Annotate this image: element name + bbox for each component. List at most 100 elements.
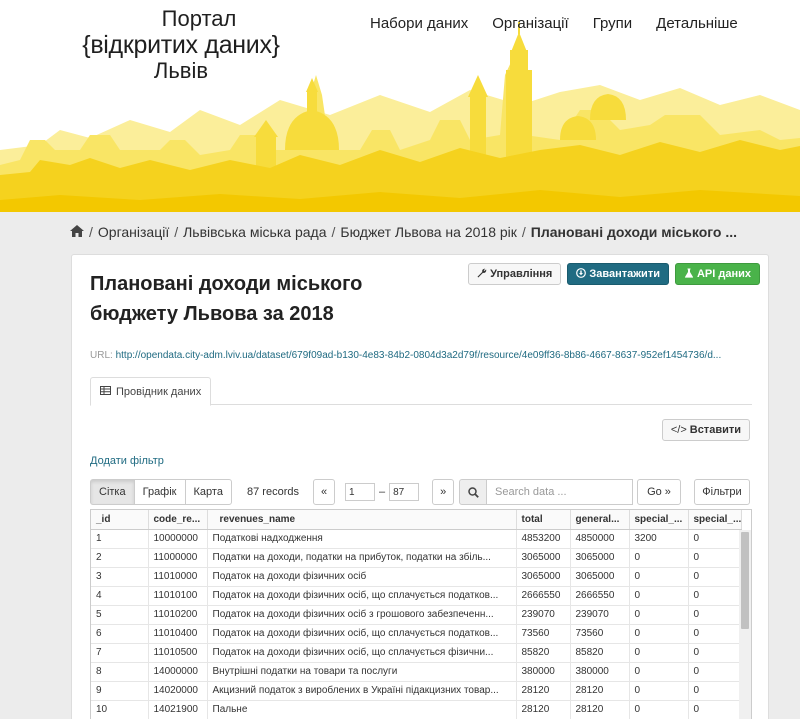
- add-filter-link[interactable]: Додати фільтр: [90, 455, 164, 467]
- table-cell: 0: [629, 681, 689, 701]
- nav-organizations[interactable]: Організації: [492, 15, 568, 32]
- table-cell: 10000000: [148, 529, 208, 549]
- breadcrumb-current[interactable]: Плановані доходи міського ...: [531, 224, 737, 240]
- table-row[interactable]: 1 10000000 Податкові надходження 4853200 485…: [91, 529, 742, 549]
- table-cell: Податок на доходи фізичних осіб: [207, 567, 517, 587]
- table-body: 1 10000000 Податкові надходження 4853200 485…: [91, 529, 742, 719]
- table-cell: 11010400: [148, 624, 208, 644]
- api-button[interactable]: API даних: [674, 263, 760, 285]
- column-header[interactable]: _id: [91, 510, 149, 530]
- table-cell: 0: [688, 605, 742, 625]
- search-input[interactable]: Search data ...: [487, 479, 633, 505]
- table-cell: 0: [629, 700, 689, 719]
- table-cell: 3200: [629, 529, 689, 549]
- table-cell: 28120: [516, 681, 571, 701]
- table-cell: Пальне: [207, 700, 517, 719]
- table-cell: 3065000: [516, 567, 571, 587]
- table-cell: 7: [91, 643, 149, 663]
- table-cell: 8: [91, 662, 149, 682]
- data-grid: _id code_re... revenues_name total general..…: [90, 509, 752, 719]
- pager-to-input[interactable]: 87: [389, 483, 420, 501]
- download-circle-icon: [576, 267, 587, 281]
- breadcrumb-separator: /: [521, 224, 526, 240]
- manage-button[interactable]: Управління: [468, 263, 562, 285]
- tab-data-explorer[interactable]: Провідник даних: [90, 377, 212, 406]
- logo-line-3: Львів: [153, 58, 209, 83]
- column-header[interactable]: revenues_name: [207, 510, 517, 530]
- table-cell: 0: [688, 548, 742, 568]
- grid-scrollbar-thumb[interactable]: [741, 532, 749, 629]
- table-cell: Внутрішні податки на товари та послуги: [207, 662, 517, 682]
- table-cell: 11000000: [148, 548, 208, 568]
- data-toolbar: Сітка Графік Карта 87 records « 1 – 87 »…: [90, 479, 752, 505]
- nav-datasets[interactable]: Набори даних: [370, 15, 468, 32]
- column-header[interactable]: general...: [570, 510, 630, 530]
- table-cell: Податок на доходи фізичних осіб з грошов…: [207, 605, 517, 625]
- column-header[interactable]: special_...: [688, 510, 742, 530]
- table-row[interactable]: 2 11000000 Податки на доходи, податки на п…: [91, 548, 742, 568]
- resource-actions: Управління Завантажити API даних: [468, 263, 760, 285]
- resource-url: URL: http://opendata.city-adm.lviv.ua/da…: [90, 350, 760, 361]
- filters-button[interactable]: Фільтри: [694, 479, 750, 505]
- table-cell: 0: [629, 548, 689, 568]
- table-row[interactable]: 3 11010000 Податок на доходи фізичних осіб…: [91, 567, 742, 587]
- table-cell: 85820: [516, 643, 571, 663]
- table-cell: 3065000: [516, 548, 571, 568]
- table-row[interactable]: 5 11010200 Податок на доходи фізичних осіб…: [91, 605, 742, 625]
- table-cell: 28120: [516, 700, 571, 719]
- resource-url-link[interactable]: http://opendata.city-adm.lviv.ua/dataset…: [116, 350, 722, 361]
- table-icon: [100, 385, 111, 398]
- table-row[interactable]: 9 14020000 Акцизний податок з вироблених в…: [91, 681, 742, 701]
- breadcrumb-lviv-city-council[interactable]: Львівська міська рада: [183, 224, 326, 240]
- api-label: API даних: [696, 268, 751, 280]
- table-cell: 0: [629, 643, 689, 663]
- table-row[interactable]: 6 11010400 Податок на доходи фізичних осіб…: [91, 624, 742, 644]
- grid-scrollbar[interactable]: [739, 530, 751, 719]
- view-grid-button[interactable]: Сітка: [90, 479, 135, 505]
- breadcrumb-organizations[interactable]: Організації: [98, 224, 169, 240]
- site-logo[interactable]: Портал {відкритих даних} Львів: [76, 8, 286, 82]
- table-cell: Податок на доходи фізичних осіб, що спла…: [207, 624, 517, 644]
- table-cell: 0: [629, 605, 689, 625]
- column-header[interactable]: total: [516, 510, 571, 530]
- download-button[interactable]: Завантажити: [567, 263, 669, 285]
- table-cell: 0: [688, 529, 742, 549]
- search-group: Search data ...: [459, 479, 633, 505]
- view-map-button[interactable]: Карта: [184, 479, 232, 505]
- table-row[interactable]: 7 11010500 Податок на доходи фізичних осіб…: [91, 643, 742, 663]
- view-graph-button[interactable]: Графік: [133, 479, 186, 505]
- breadcrumb-separator: /: [331, 224, 336, 240]
- pager-next-button[interactable]: »: [432, 479, 455, 505]
- table-cell: 4: [91, 586, 149, 606]
- site-header: Портал {відкритих даних} Львів Набори да…: [0, 0, 800, 212]
- table-cell: 11010500: [148, 643, 208, 663]
- table-row[interactable]: 10 14021900 Пальне 28120 28120 0 0: [91, 700, 742, 719]
- table-cell: 2: [91, 548, 149, 568]
- home-icon[interactable]: [70, 224, 84, 240]
- url-label: URL:: [90, 350, 113, 361]
- breadcrumb-dataset[interactable]: Бюджет Львова на 2018 рік: [340, 224, 517, 240]
- table-cell: 73560: [516, 624, 571, 644]
- table-cell: 85820: [570, 643, 630, 663]
- pager-from-input[interactable]: 1: [345, 483, 375, 501]
- table-cell: 14021900: [148, 700, 208, 719]
- column-header[interactable]: special_...: [629, 510, 689, 530]
- embed-button[interactable]: </> Вставити: [661, 419, 750, 441]
- go-button[interactable]: Go »: [637, 479, 681, 505]
- table-cell: 11010100: [148, 586, 208, 606]
- table-cell: 5: [91, 605, 149, 625]
- nav-about[interactable]: Детальніше: [656, 15, 738, 32]
- view-tabs: Провідник даних: [90, 377, 752, 406]
- table-cell: 9: [91, 681, 149, 701]
- table-row[interactable]: 4 11010100 Податок на доходи фізичних осіб…: [91, 586, 742, 606]
- pager-prev-button[interactable]: «: [313, 479, 335, 505]
- table-row[interactable]: 8 14000000 Внутрішні податки на товари та …: [91, 662, 742, 682]
- main-nav: Набори даних Організації Групи Детальніш…: [370, 15, 738, 32]
- table-cell: 239070: [570, 605, 630, 625]
- table-cell: 4850000: [570, 529, 630, 549]
- table-cell: 0: [629, 662, 689, 682]
- column-header[interactable]: code_re...: [148, 510, 208, 530]
- table-cell: 0: [688, 586, 742, 606]
- pager-dash: –: [379, 486, 386, 498]
- nav-groups[interactable]: Групи: [593, 15, 632, 32]
